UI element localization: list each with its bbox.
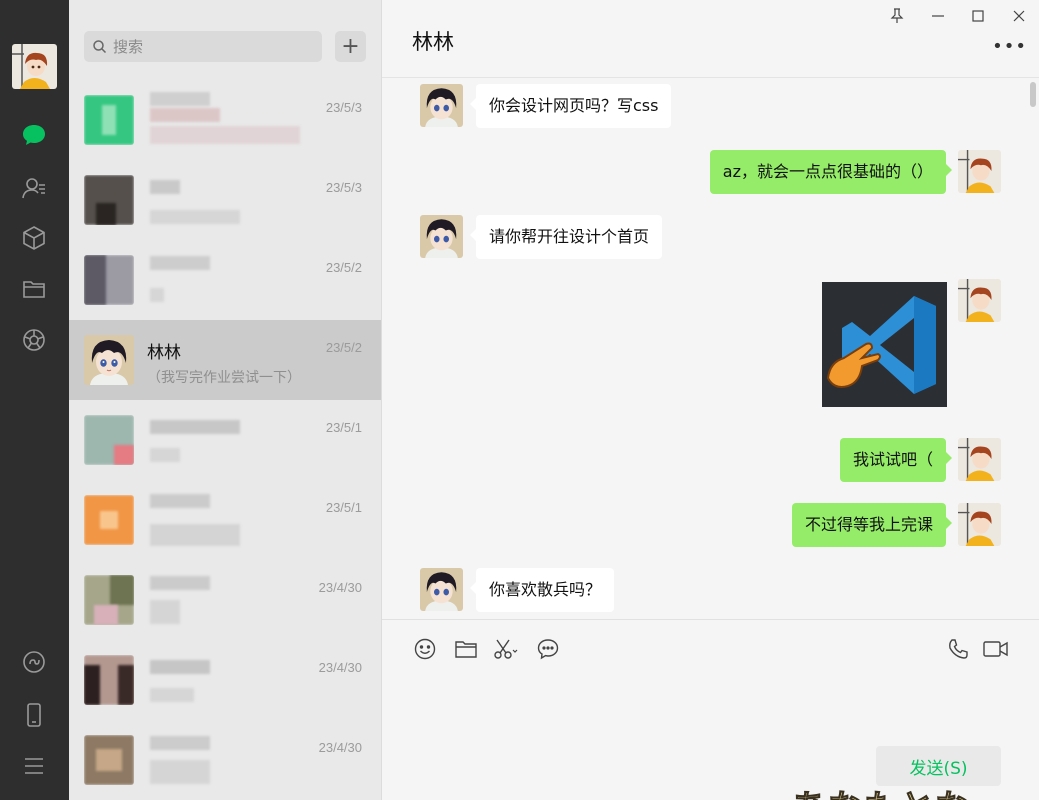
conversation-date: 23/5/3: [325, 100, 362, 115]
message-bubble-sent[interactable]: az，就会一点点很基础的（）: [709, 150, 953, 194]
conversation-date: 23/4/30: [318, 740, 362, 755]
message-input[interactable]: [412, 670, 1012, 740]
message-bubble-sent[interactable]: 不过得等我上完课: [791, 503, 953, 547]
header-divider: [382, 77, 1039, 78]
contact-avatar[interactable]: [420, 215, 463, 258]
conversation-item[interactable]: 23/5/3: [69, 80, 381, 160]
conversation-date: 23/5/1: [325, 420, 362, 435]
message-scrollbar[interactable]: [1030, 82, 1036, 107]
contact-avatar: [84, 655, 134, 705]
pin-icon[interactable]: [887, 6, 907, 26]
conversation-item-linlin[interactable]: 林林 23/5/2 （我写完作业尝试一下）: [69, 320, 381, 400]
mini-programs-icon[interactable]: [19, 647, 49, 677]
my-avatar[interactable]: [958, 279, 1001, 322]
search-box[interactable]: [84, 31, 322, 62]
chats-icon[interactable]: [19, 120, 49, 150]
menu-icon[interactable]: [19, 751, 49, 781]
conversation-item[interactable]: 23/5/1: [69, 480, 381, 560]
contact-avatar[interactable]: [420, 568, 463, 611]
maximize-icon[interactable]: [968, 6, 988, 26]
conversation-date: 23/5/2: [325, 340, 362, 355]
message-bubble-received[interactable]: 你喜欢散兵吗？: [469, 568, 615, 612]
conversation-date: 23/5/1: [325, 500, 362, 515]
phone-icon[interactable]: [19, 700, 49, 730]
conversation-date: 23/5/2: [325, 260, 362, 275]
video-call-icon[interactable]: [981, 636, 1011, 662]
watermark-overlay: あなたとな: [792, 780, 971, 800]
moments-icon[interactable]: [19, 325, 49, 355]
my-avatar[interactable]: [958, 438, 1001, 481]
add-button[interactable]: +: [335, 31, 366, 62]
contact-avatar: [84, 575, 134, 625]
contact-avatar: [84, 495, 134, 545]
conversation-item[interactable]: 23/5/2: [69, 240, 381, 320]
my-avatar[interactable]: [958, 150, 1001, 193]
more-options-button[interactable]: •••: [992, 36, 1027, 57]
screenshot-scissors-icon[interactable]: [493, 636, 519, 662]
contact-avatar: [84, 415, 134, 465]
favorites-icon[interactable]: [19, 223, 49, 253]
image-message-vscode[interactable]: [822, 282, 947, 407]
contact-avatar: [84, 255, 134, 305]
conversation-list: + 23/5/3 23/5/3 23/5/2: [69, 0, 382, 800]
contact-avatar[interactable]: [420, 84, 463, 127]
message-bubble-sent[interactable]: 我试试吧（: [839, 438, 953, 482]
message-bubble-received[interactable]: 你会设计网页吗？写css: [469, 84, 672, 128]
contact-avatar: [84, 735, 134, 785]
conversation-item[interactable]: 23/4/30: [69, 560, 381, 640]
conversation-preview: （我写完作业尝试一下）: [147, 370, 301, 386]
emoji-icon[interactable]: [412, 636, 438, 662]
conversation-item[interactable]: 23/5/1: [69, 400, 381, 480]
chat-panel: 林林 ••• 你会设计网页吗？写css az，就会一点点很基础的（） 请你帮开往…: [382, 0, 1039, 800]
chat-history-icon[interactable]: [535, 636, 561, 662]
conversation-item[interactable]: 23/4/30: [69, 640, 381, 720]
contact-avatar: [84, 335, 134, 385]
minimize-icon[interactable]: [928, 6, 948, 26]
folder-icon[interactable]: [453, 636, 479, 662]
contacts-icon[interactable]: [19, 173, 49, 203]
chat-title: 林林: [412, 30, 454, 54]
search-icon: [93, 40, 107, 54]
nav-sidebar: [0, 0, 69, 800]
files-icon[interactable]: [19, 274, 49, 304]
voice-call-icon[interactable]: [945, 636, 971, 662]
conversation-date: 23/4/30: [318, 580, 362, 595]
conversation-item[interactable]: 23/4/30: [69, 720, 381, 800]
search-input[interactable]: [113, 37, 313, 56]
conversation-date: 23/5/3: [325, 180, 362, 195]
my-avatar[interactable]: [12, 44, 57, 89]
input-area: 发送(S) あなたとな: [382, 620, 1039, 800]
contact-avatar: [84, 175, 134, 225]
contact-avatar: [84, 95, 134, 145]
conversation-item[interactable]: 23/5/3: [69, 160, 381, 240]
conversation-date: 23/4/30: [318, 660, 362, 675]
conversation-name: 林林: [147, 343, 181, 363]
message-bubble-received[interactable]: 请你帮开往设计个首页: [469, 215, 663, 259]
close-icon[interactable]: [1009, 6, 1029, 26]
my-avatar[interactable]: [958, 503, 1001, 546]
